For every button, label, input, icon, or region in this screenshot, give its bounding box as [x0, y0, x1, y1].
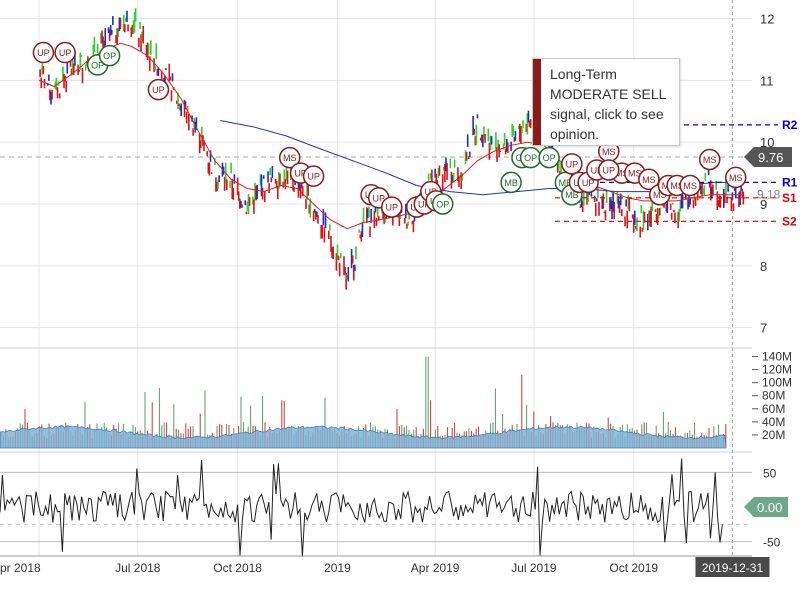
x-tick-label: Jul 2018 — [115, 561, 161, 575]
signal-marker-up[interactable]: UP — [598, 159, 620, 181]
volume-tick-label: 60M — [762, 402, 785, 416]
osc-tick-label: -50 — [763, 536, 781, 550]
volume-tick-label: 120M — [762, 363, 792, 377]
x-tick-label: Oct 2019 — [609, 561, 658, 575]
osc-tick-label: 50 — [763, 466, 777, 480]
signal-marker-ms[interactable]: MS — [679, 174, 701, 197]
signal-marker-up[interactable]: UP — [54, 41, 76, 64]
signal-marker-up[interactable]: UP — [302, 165, 325, 187]
x-tick-label: Apr 2019 — [411, 561, 460, 575]
signal-marker-up[interactable]: UP — [147, 78, 170, 101]
level-label-r1: R1 — [782, 175, 798, 189]
volume-tick-label: 20M — [762, 428, 785, 442]
marker-label: MS — [703, 155, 717, 165]
price-tick-label: 7 — [760, 321, 767, 336]
marker-label: MB — [504, 178, 518, 188]
signal-marker-up[interactable]: UP — [32, 41, 55, 64]
level-label-s2: S2 — [782, 214, 797, 228]
last-close-value: 9.18 — [757, 188, 781, 202]
stock-chart: R2R1S1S2 UPUPOPOPUPMSUPUPUPUPUPUPUPUPUPO… — [0, 0, 800, 600]
marker-label: OP — [543, 153, 556, 163]
signal-marker-mb[interactable]: MB — [500, 171, 522, 194]
volume-tick-label: 40M — [762, 415, 785, 429]
marker-label: OP — [524, 153, 537, 163]
marker-label: MS — [683, 181, 697, 191]
marker-label: UP — [307, 172, 320, 182]
marker-label: UP — [59, 48, 72, 58]
marker-label: MS — [729, 173, 743, 183]
marker-label: UP — [385, 203, 398, 213]
level-label-r2: R2 — [782, 118, 798, 132]
marker-label: UP — [152, 85, 165, 95]
signal-marker-up[interactable]: UP — [380, 196, 403, 218]
price-tick-label: 12 — [760, 12, 774, 27]
volume-tick-label: 140M — [762, 350, 792, 364]
x-tick-label: 2019 — [324, 561, 351, 575]
marker-label: OP — [103, 51, 116, 61]
marker-label: OP — [436, 200, 449, 210]
price-tick-label: 11 — [760, 73, 774, 88]
tooltip-accent-bar — [533, 59, 541, 145]
signal-marker-op[interactable]: OP — [431, 193, 454, 215]
signal-marker-ms[interactable]: MS — [698, 148, 721, 171]
marker-label: MS — [283, 153, 297, 163]
signal-marker-op[interactable]: OP — [538, 146, 560, 169]
tooltip-text: Long-Term MODERATE SELL signal, click to… — [550, 66, 666, 142]
signal-marker-op[interactable]: OP — [98, 44, 121, 67]
marker-label: MS — [642, 175, 656, 185]
x-tick-label: Jul 2019 — [511, 561, 557, 575]
x-tick-label: pr 2018 — [0, 561, 41, 575]
x-tick-label: Oct 2018 — [213, 561, 262, 575]
marker-label: UP — [566, 159, 579, 169]
level-label-s1: S1 — [782, 191, 797, 205]
osc-value: 0.00 — [757, 500, 782, 515]
volume-tick-label: 80M — [762, 389, 785, 403]
signal-marker-up[interactable]: UP — [561, 153, 583, 175]
marker-label: UP — [603, 166, 616, 176]
volume-tick-label: 100M — [762, 376, 792, 390]
last-price-value: 9.76 — [758, 150, 783, 165]
opinion-tooltip[interactable]: Long-Term MODERATE SELL signal, click to… — [532, 58, 680, 146]
signal-marker-op[interactable]: OP — [519, 146, 542, 169]
marker-label: MS — [602, 147, 616, 157]
current-date-label: 2019-12-31 — [702, 561, 764, 575]
marker-label: UP — [37, 48, 50, 58]
price-tick-label: 8 — [760, 259, 767, 274]
signal-marker-ms[interactable]: MS — [724, 166, 747, 189]
